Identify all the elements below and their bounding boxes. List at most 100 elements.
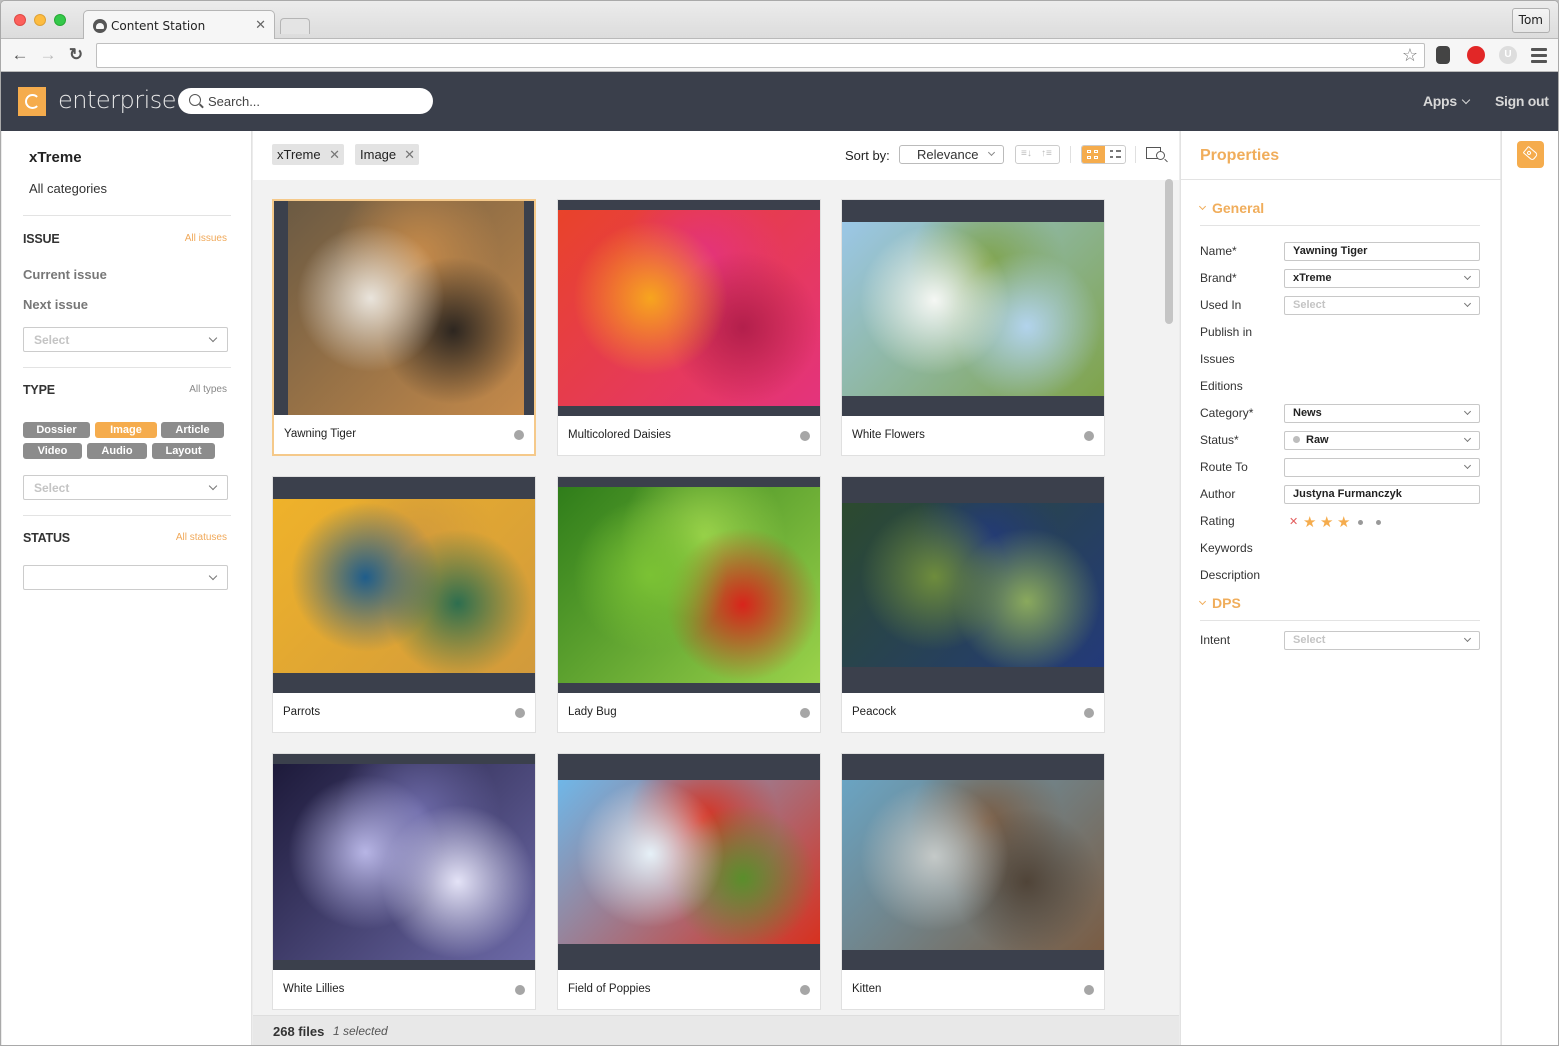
close-tab-icon[interactable]: ✕ bbox=[255, 17, 266, 33]
result-card[interactable]: White Flowers bbox=[841, 199, 1105, 456]
route-to-select[interactable] bbox=[1284, 458, 1480, 477]
maximize-window-button[interactable] bbox=[54, 14, 66, 26]
rating-star-empty-icon[interactable] bbox=[1358, 520, 1363, 525]
filter-panel: xTreme All categories ISSUE All issues C… bbox=[2, 131, 252, 1045]
result-card[interactable]: Lady Bug bbox=[557, 476, 821, 733]
brand-filter-title[interactable]: xTreme bbox=[29, 149, 82, 166]
thumbnail-image bbox=[273, 499, 535, 673]
browser-menu-icon[interactable] bbox=[1531, 45, 1547, 65]
general-group-title: General bbox=[1212, 200, 1265, 216]
status-select[interactable] bbox=[23, 565, 228, 590]
extension-u-icon[interactable]: U bbox=[1499, 46, 1517, 64]
author-input[interactable]: Justyna Furmanczyk bbox=[1284, 485, 1480, 504]
new-tab-button[interactable] bbox=[280, 18, 310, 34]
results-scrollbar[interactable] bbox=[1165, 179, 1173, 324]
all-issues-link[interactable]: All issues bbox=[185, 233, 227, 244]
thumbnail bbox=[842, 754, 1104, 970]
thumbnail bbox=[558, 477, 820, 693]
sort-ascending-icon[interactable]: ↑≡ bbox=[1041, 148, 1052, 159]
apps-menu[interactable]: Apps bbox=[1423, 93, 1471, 109]
type-pill-article[interactable]: Article bbox=[161, 422, 224, 438]
type-pill-video[interactable]: Video bbox=[23, 443, 82, 459]
result-card[interactable]: Parrots bbox=[272, 476, 536, 733]
grid-view-icon[interactable] bbox=[1082, 146, 1105, 163]
type-pill-audio[interactable]: Audio bbox=[87, 443, 147, 459]
status-dot-icon bbox=[514, 430, 524, 440]
prop-label-keywords: Keywords bbox=[1200, 541, 1253, 555]
type-pill-dossier[interactable]: Dossier bbox=[23, 422, 90, 438]
properties-panel: Properties General Name* Yawning Tiger Bra… bbox=[1180, 131, 1501, 1045]
app-header: enterprise Apps Sign out bbox=[1, 72, 1558, 131]
chevron-down-icon bbox=[1198, 202, 1207, 211]
sort-descending-icon[interactable]: ≡↓ bbox=[1021, 148, 1032, 159]
type-pill-image[interactable]: Image bbox=[95, 422, 157, 438]
properties-title: Properties bbox=[1200, 147, 1280, 164]
remove-chip-icon[interactable]: ✕ bbox=[329, 144, 340, 165]
remove-chip-icon[interactable]: ✕ bbox=[404, 144, 415, 165]
clear-rating-icon[interactable]: ✕ bbox=[1289, 515, 1298, 528]
all-types-link[interactable]: All types bbox=[189, 384, 227, 395]
apps-label: Apps bbox=[1423, 93, 1457, 109]
app-brand: enterprise bbox=[58, 86, 177, 114]
rating-star-empty-icon[interactable] bbox=[1376, 520, 1381, 525]
prop-label-intent: Intent bbox=[1200, 633, 1231, 647]
forward-arrow-icon[interactable]: → bbox=[38, 45, 58, 65]
intent-select[interactable]: Select bbox=[1284, 631, 1480, 650]
minimize-window-button[interactable] bbox=[34, 14, 46, 26]
all-categories-link[interactable]: All categories bbox=[29, 181, 107, 196]
name-input[interactable]: Yawning Tiger bbox=[1284, 242, 1480, 261]
results-grid: Yawning Tiger Multicolored Daisies White F… bbox=[253, 180, 1179, 1015]
browser-tab[interactable]: Content Station ✕ bbox=[83, 10, 275, 40]
view-toggle[interactable] bbox=[1081, 145, 1126, 164]
card-title: Multicolored Daisies bbox=[568, 429, 671, 441]
issue-section-title: ISSUE bbox=[23, 232, 60, 246]
back-arrow-icon[interactable]: ← bbox=[10, 45, 30, 65]
enterprise-logo-icon[interactable] bbox=[18, 87, 46, 116]
thumbnail-image bbox=[558, 487, 820, 683]
result-card[interactable]: Multicolored Daisies bbox=[557, 199, 821, 456]
close-window-button[interactable] bbox=[14, 14, 26, 26]
chevron-down-icon bbox=[1463, 299, 1472, 308]
result-card[interactable]: Field of Poppies bbox=[557, 753, 821, 1010]
type-select[interactable]: Select bbox=[23, 475, 228, 500]
type-pill-layout[interactable]: Layout bbox=[152, 443, 215, 459]
result-card[interactable]: Kitten bbox=[841, 753, 1105, 1010]
image-preview-icon[interactable] bbox=[1146, 145, 1168, 163]
search-input[interactable] bbox=[208, 91, 423, 111]
ublock-extension-icon[interactable] bbox=[1467, 46, 1485, 64]
sort-select[interactable]: Relevance bbox=[899, 145, 1004, 164]
prop-label-description: Description bbox=[1200, 568, 1261, 582]
next-issue-option[interactable]: Next issue bbox=[23, 297, 88, 312]
dps-group-toggle[interactable]: DPS bbox=[1198, 595, 1241, 611]
all-statuses-link[interactable]: All statuses bbox=[176, 532, 227, 543]
status-select[interactable]: Raw bbox=[1284, 431, 1480, 450]
selected-count: 1 selected bbox=[333, 1024, 388, 1038]
sign-out-link[interactable]: Sign out bbox=[1495, 93, 1549, 109]
issue-select[interactable]: Select bbox=[23, 327, 228, 352]
sort-direction-toggle[interactable]: ≡↓ ↑≡ bbox=[1015, 145, 1060, 164]
category-select[interactable]: News bbox=[1284, 404, 1480, 423]
reload-icon[interactable]: ↻ bbox=[66, 45, 86, 65]
evernote-extension-icon[interactable] bbox=[1436, 46, 1450, 64]
result-card[interactable]: Yawning Tiger bbox=[272, 199, 536, 456]
brand-select[interactable]: xTreme bbox=[1284, 269, 1480, 288]
bookmark-star-icon[interactable]: ☆ bbox=[1402, 45, 1418, 66]
divider bbox=[1070, 146, 1071, 163]
profile-button[interactable]: Tom bbox=[1511, 8, 1550, 33]
filter-chip-label: xTreme bbox=[277, 147, 321, 162]
chevron-down-icon bbox=[208, 481, 218, 491]
search-box[interactable] bbox=[178, 88, 433, 114]
current-issue-option[interactable]: Current issue bbox=[23, 267, 107, 282]
address-bar[interactable]: ☆ bbox=[96, 43, 1425, 68]
browser-toolbar: ← → ↻ ☆ U bbox=[1, 39, 1558, 72]
chevron-down-icon bbox=[1463, 461, 1472, 470]
result-card[interactable]: White Lillies bbox=[272, 753, 536, 1010]
chevron-down-icon bbox=[208, 571, 218, 581]
used-in-select[interactable]: Select bbox=[1284, 296, 1480, 315]
result-card[interactable]: Peacock bbox=[841, 476, 1105, 733]
list-view-icon[interactable] bbox=[1105, 146, 1125, 163]
chevron-down-icon bbox=[1198, 597, 1207, 606]
properties-tag-button[interactable] bbox=[1517, 141, 1544, 168]
general-group-toggle[interactable]: General bbox=[1198, 200, 1265, 216]
divider bbox=[23, 515, 231, 516]
